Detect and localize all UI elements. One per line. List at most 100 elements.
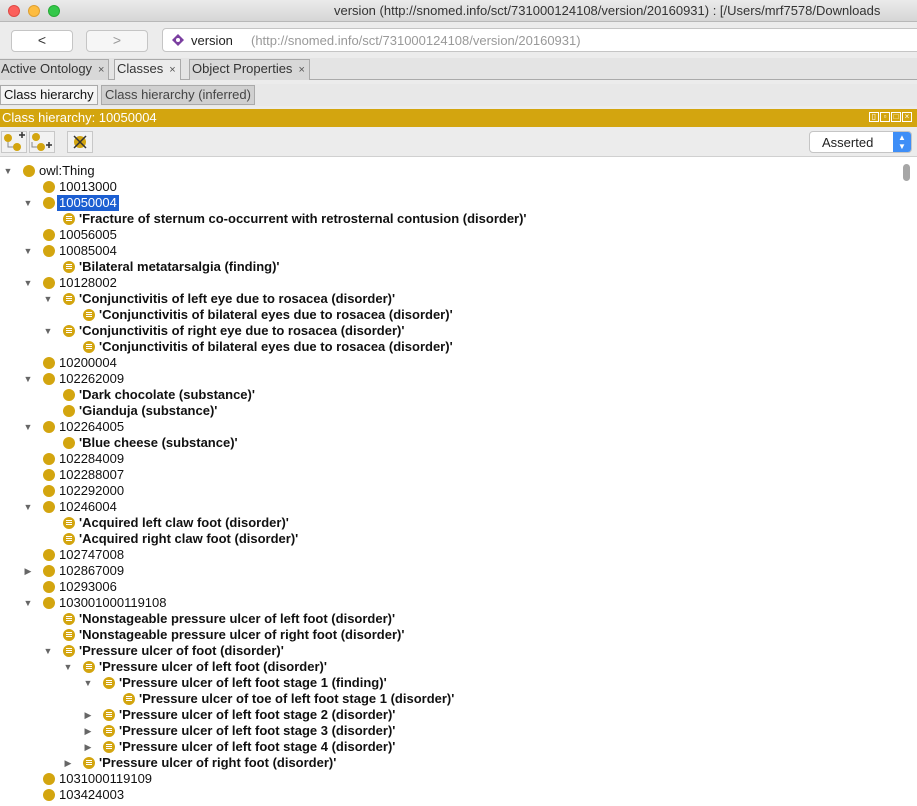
class-hierarchy-tree[interactable]: ▼ owl:Thing 10013000 ▼ 10050004 'Fracture of …	[0, 157, 917, 806]
class-label[interactable]: 1031000119109	[57, 771, 154, 787]
tree-row[interactable]: ▼ 'Pressure ulcer of left foot stage 1 (f…	[0, 675, 880, 691]
delete-class-button[interactable]	[67, 131, 93, 153]
class-label[interactable]: 'Pressure ulcer of left foot stage 3 (di…	[117, 723, 397, 739]
expand-triangle-icon[interactable]: ▶	[83, 726, 93, 736]
tree-row[interactable]: 'Acquired left claw foot (disorder)'	[0, 515, 880, 531]
tree-row[interactable]: 'Gianduja (substance)'	[0, 403, 880, 419]
class-label[interactable]: 102262009	[57, 371, 126, 387]
class-label[interactable]: 'Acquired left claw foot (disorder)'	[77, 515, 291, 531]
close-tab-icon[interactable]: ×	[298, 61, 304, 79]
view-maximize-icon[interactable]: □	[891, 112, 901, 122]
class-label[interactable]: 10056005	[57, 227, 119, 243]
class-label[interactable]: 'Pressure ulcer of left foot stage 4 (di…	[117, 739, 397, 755]
tree-row[interactable]: 102288007	[0, 467, 880, 483]
tree-row[interactable]: 'Blue cheese (substance)'	[0, 435, 880, 451]
tree-row[interactable]: 103424003	[0, 787, 880, 803]
class-label[interactable]: 10050004	[57, 195, 119, 211]
collapse-triangle-icon[interactable]: ▼	[23, 502, 33, 512]
hierarchy-mode-select[interactable]: Asserted ▲ ▼	[809, 131, 912, 153]
tree-row[interactable]: ▼ owl:Thing	[0, 163, 880, 179]
collapse-triangle-icon[interactable]: ▼	[63, 662, 73, 672]
class-label[interactable]: 10200004	[57, 355, 119, 371]
close-window-button[interactable]	[8, 5, 20, 17]
add-sibling-class-button[interactable]	[29, 131, 55, 153]
tab-object-properties[interactable]: Object Properties ×	[189, 59, 310, 80]
collapse-triangle-icon[interactable]: ▼	[43, 326, 53, 336]
tree-row[interactable]: 102747008	[0, 547, 880, 563]
tree-row[interactable]: 'Dark chocolate (substance)'	[0, 387, 880, 403]
expand-triangle-icon[interactable]: ▶	[83, 710, 93, 720]
tree-row[interactable]: ▼ 'Pressure ulcer of left foot (disorder)…	[0, 659, 880, 675]
tree-row[interactable]: ▼ 'Conjunctivitis of right eye due to ros…	[0, 323, 880, 339]
tree-row[interactable]: 'Nonstageable pressure ulcer of right fo…	[0, 627, 880, 643]
tab-active-ontology[interactable]: Active Ontology ×	[0, 59, 110, 80]
class-label[interactable]: 'Conjunctivitis of bilateral eyes due to…	[97, 307, 455, 323]
class-label[interactable]: 'Conjunctivitis of left eye due to rosac…	[77, 291, 397, 307]
tree-row[interactable]: ▼ 'Pressure ulcer of foot (disorder)'	[0, 643, 880, 659]
class-label[interactable]: 102264005	[57, 419, 126, 435]
collapse-triangle-icon[interactable]: ▼	[23, 598, 33, 608]
class-label[interactable]: owl:Thing	[37, 163, 97, 179]
class-label[interactable]: 102292000	[57, 483, 126, 499]
class-label[interactable]: 102288007	[57, 467, 126, 483]
tree-row[interactable]: 'Conjunctivitis of bilateral eyes due to…	[0, 339, 880, 355]
tree-row[interactable]: 10056005	[0, 227, 880, 243]
class-label[interactable]: 'Fracture of sternum co-occurrent with r…	[77, 211, 529, 227]
tree-row[interactable]: ▶ 102867009	[0, 563, 880, 579]
minimize-window-button[interactable]	[28, 5, 40, 17]
tree-row[interactable]: 102292000	[0, 483, 880, 499]
tree-row[interactable]: ▶ 'Pressure ulcer of right foot (disorder…	[0, 755, 880, 771]
tree-row[interactable]: 'Acquired right claw foot (disorder)'	[0, 531, 880, 547]
tree-row[interactable]: ▶ 'Pressure ulcer of left foot stage 3 (d…	[0, 723, 880, 739]
collapse-triangle-icon[interactable]: ▼	[43, 294, 53, 304]
class-label[interactable]: 10128002	[57, 275, 119, 291]
tab-class-hierarchy[interactable]: Class hierarchy	[0, 85, 98, 105]
tree-row[interactable]: 1031000119109	[0, 771, 880, 787]
class-label[interactable]: 'Gianduja (substance)'	[77, 403, 219, 419]
tree-row[interactable]: ▼ 10246004	[0, 499, 880, 515]
tree-row[interactable]: ▼ 102264005	[0, 419, 880, 435]
class-label[interactable]: 10246004	[57, 499, 119, 515]
maximize-window-button[interactable]	[48, 5, 60, 17]
collapse-triangle-icon[interactable]: ▼	[23, 374, 33, 384]
collapse-triangle-icon[interactable]: ▼	[23, 422, 33, 432]
class-label[interactable]: 'Pressure ulcer of right foot (disorder)…	[97, 755, 338, 771]
class-label[interactable]: 103001000119108	[57, 595, 169, 611]
tab-class-hierarchy-inferred[interactable]: Class hierarchy (inferred)	[101, 85, 255, 105]
class-label[interactable]: 103424003	[57, 787, 126, 803]
class-label[interactable]: 'Acquired right claw foot (disorder)'	[77, 531, 300, 547]
tree-row[interactable]: ▼ 103001000119108	[0, 595, 880, 611]
class-label[interactable]: 'Nonstageable pressure ulcer of right fo…	[77, 627, 406, 643]
expand-triangle-icon[interactable]: ▶	[63, 758, 73, 768]
tree-row[interactable]: ▼ 10050004	[0, 195, 880, 211]
view-close-icon[interactable]: ×	[902, 112, 912, 122]
class-label[interactable]: 'Pressure ulcer of left foot stage 1 (fi…	[117, 675, 389, 691]
back-button[interactable]: <	[11, 30, 73, 52]
class-label[interactable]: 'Pressure ulcer of left foot stage 2 (di…	[117, 707, 397, 723]
class-label[interactable]: 10293006	[57, 579, 119, 595]
tree-row[interactable]: ▼ 'Conjunctivitis of left eye due to rosa…	[0, 291, 880, 307]
vertical-scrollbar[interactable]	[901, 162, 911, 802]
scrollbar-thumb[interactable]	[903, 164, 910, 181]
class-label[interactable]: 'Pressure ulcer of left foot (disorder)'	[97, 659, 329, 675]
class-label[interactable]: 'Conjunctivitis of right eye due to rosa…	[77, 323, 406, 339]
tree-row[interactable]: ▼ 10128002	[0, 275, 880, 291]
class-label[interactable]: 'Blue cheese (substance)'	[77, 435, 240, 451]
view-float-icon[interactable]: ▫	[880, 112, 890, 122]
tree-row[interactable]: 'Pressure ulcer of toe of left foot stag…	[0, 691, 880, 707]
tree-row[interactable]: ▼ 102262009	[0, 371, 880, 387]
collapse-triangle-icon[interactable]: ▼	[23, 278, 33, 288]
collapse-triangle-icon[interactable]: ▼	[23, 246, 33, 256]
tree-row[interactable]: 10293006	[0, 579, 880, 595]
class-label[interactable]: 10013000	[57, 179, 119, 195]
tree-row[interactable]: ▼ 10085004	[0, 243, 880, 259]
class-label[interactable]: 'Conjunctivitis of bilateral eyes due to…	[97, 339, 455, 355]
expand-triangle-icon[interactable]: ▶	[83, 742, 93, 752]
collapse-triangle-icon[interactable]: ▼	[43, 646, 53, 656]
tab-classes[interactable]: Classes ×	[114, 59, 181, 80]
forward-button[interactable]: >	[86, 30, 148, 52]
collapse-triangle-icon[interactable]: ▼	[23, 198, 33, 208]
tree-row[interactable]: 'Conjunctivitis of bilateral eyes due to…	[0, 307, 880, 323]
collapse-triangle-icon[interactable]: ▼	[3, 166, 13, 176]
tree-row[interactable]: 'Bilateral metatarsalgia (finding)'	[0, 259, 880, 275]
